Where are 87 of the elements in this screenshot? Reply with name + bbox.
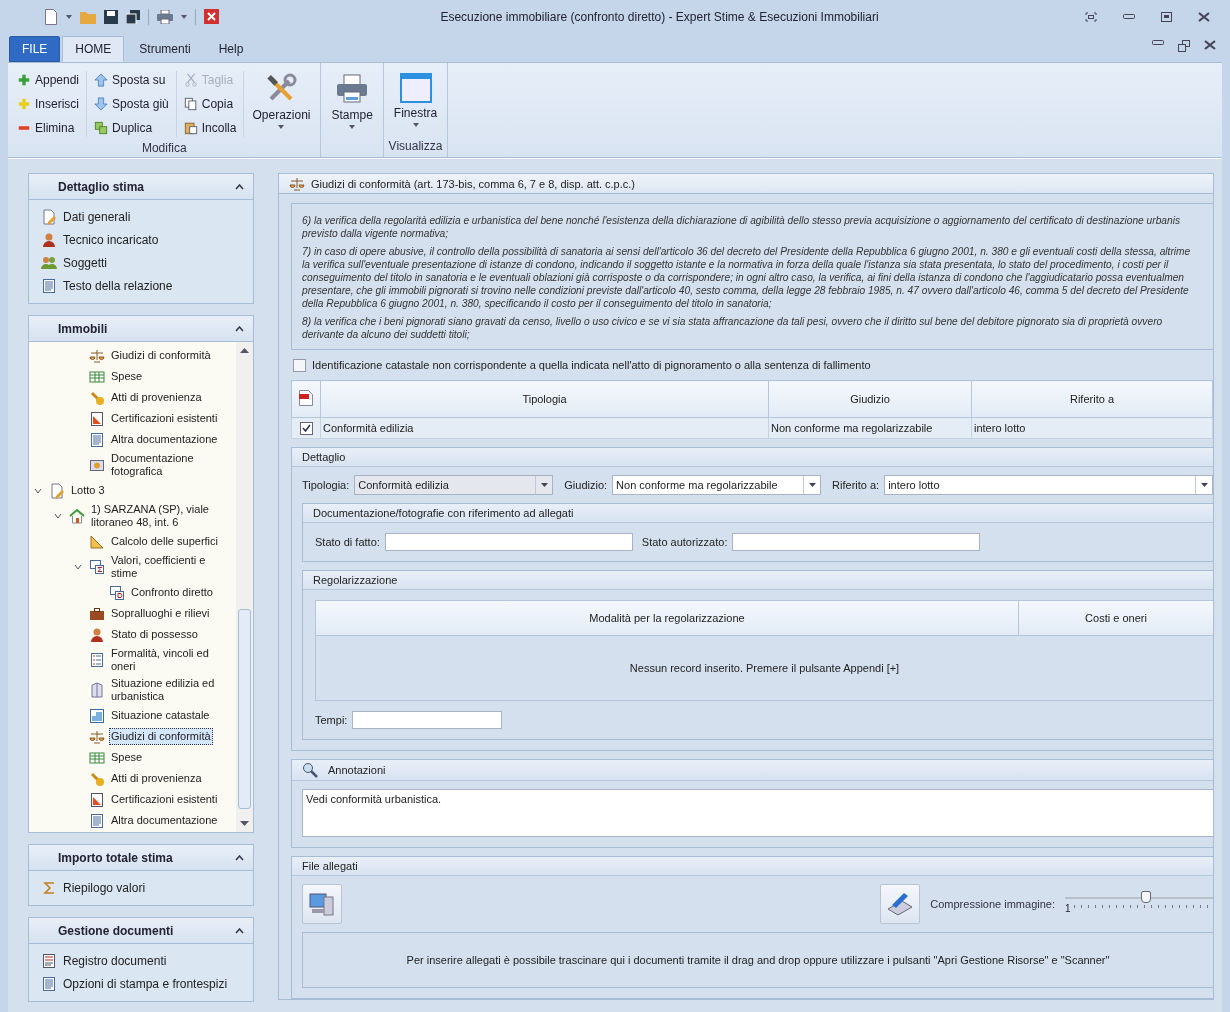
drop-zone[interactable]: Per inserire allegati è possibile trascinare qui i documenti tramite il drag and drop oppure utilizzare i pulsanti "Apri Gestione Risorse" e "Scanner" [302,932,1213,988]
legal-text-line: 7) in caso di opere abusive, il controllo della possibilità di sanatoria ai sensi dell'articolo 36 del decreto del Presidente della Repubblica 6 giugno 2001, n. 380 e gli eventuali costi della stessa, altrime [302,245,1192,258]
ribbon-button[interactable]: Inserisci [14,93,83,115]
empty-message: Nessun record inserito. Premere il pulsante Appendi [+] [629,662,900,674]
tree-item[interactable]: Formalità, vincoli ed oneri [109,645,236,675]
legal-text-line: 8) la verifica che i beni pignorati siano gravati da censo, livello o uso civico e se vi sia stata affrancazione da tali pesi, ovvero che il diritto sul bene del debitore pignorato sia di proprietà ovvero [302,315,1164,328]
field-label: Tipologia: [302,479,350,491]
ribbon-button[interactable]: Sposta su [91,69,172,91]
window-title: Esecuzione immobiliare (confronto diretto) - Expert Stime & Esecuzioni Immobiliari [439,9,880,24]
tree-item[interactable]: Situazione catastale [109,707,212,724]
panel-header[interactable]: Dettaglio stima [29,174,253,200]
tree-item[interactable]: Altra documentazione [109,431,220,448]
group-title: Dettaglio [292,448,1213,467]
nav-item[interactable]: Testo della relazione [35,274,247,297]
tree-item[interactable]: Situazione edilizia ed urbanistica [109,675,236,705]
nav-item[interactable]: Soggetti [35,251,247,274]
field-label: Tempi: [315,714,348,726]
table-cell: Conformità edilizia [320,417,769,439]
ribbon-button[interactable]: Incolla [180,117,240,139]
column-header[interactable]: Giudizio [768,380,972,418]
tree-item[interactable]: Sopralluoghi e rilievi [109,605,212,622]
tree-item[interactable]: Certificazioni esistenti [109,791,220,808]
nav-item[interactable]: Dati generali [35,205,247,228]
ribbon-tab[interactable]: HOME [62,36,125,62]
print-button[interactable]: Stampe [325,67,379,139]
ribbon-button[interactable]: Copia [180,93,240,115]
tree-item[interactable]: Calcolo delle superfici [109,533,220,550]
ribbon-button[interactable]: Appendi [14,69,83,91]
tree-item[interactable]: Confronto diretto [129,584,215,601]
tree-item[interactable]: Stato di possesso [109,626,200,643]
ribbon-tab[interactable]: Strumenti [126,36,204,62]
field-label: Compressione immagine: [930,898,1055,910]
tree-item[interactable]: Documentazione fotografica [109,450,236,480]
tree-item[interactable]: Spese [109,749,145,766]
ribbon-tab[interactable]: Help [205,36,257,62]
panel-header[interactable]: Gestione documenti [29,918,253,944]
table-cell: intero lotto [971,417,1213,439]
field-label: Stato autorizzato: [641,536,728,548]
legal-text-line: la verifica sull'eventuale presentazione di istanze di condono, indicando il soggetto istante e la normativa in forza della quale l'istanza sia stata presentata, lo stato del procedimento, i costi per il [302,258,1170,271]
tree-item[interactable]: Lotto 3 [69,482,107,499]
column-header[interactable]: Riferito a [971,380,1213,418]
group-title: Documentazione/fotografie con riferimento ad allegati [303,504,1213,523]
tree-item[interactable]: Valori, coefficienti e stime [109,552,236,582]
field-label: Giudizio: [564,479,608,491]
ribbon-button[interactable]: Elimina [14,117,83,139]
tree-item[interactable]: Atti di provenienza [109,770,204,787]
tree-item[interactable]: Altra documentazione [109,812,220,829]
tree-item[interactable]: Spese [109,368,145,385]
tree-item[interactable]: 1) SARZANA (SP), viale litoraneo 48, int. 6 [89,501,236,531]
column-header[interactable]: Tipologia [320,380,769,418]
table-cell: Non conforme ma regolarizzabile [768,417,972,439]
legal-text-line: presentare, che gli immobili pignorati si trovino nelle condizioni previste dall'articolo 40, sesto comma, della legge 28 febbraio 1985, n. 47 ovvero dall'articolo 46, comma 5 del decreto del Presidente [302,284,1190,297]
text-area[interactable]: Vedi conformità urbanistica. [302,789,1213,837]
group-label: Visualizza [387,139,444,155]
tree-item[interactable]: Giudizi di conformità [109,347,213,364]
checkbox-label: Identificazione catastale non corrispondente a quella indicata nell'atto di pignoramento o alla sentenza di fallimento [312,359,871,371]
panel-header[interactable]: Immobili [29,316,253,342]
tree-item[interactable]: Giudizi di conformità [109,728,213,745]
dropdown-field[interactable]: Non conforme ma regolarizzabile [612,475,822,495]
column-header[interactable]: Costi e oneri [1019,601,1213,635]
legal-text-line: previsto dalla vigente normativa; [302,227,450,240]
tree-item[interactable]: Atti di provenienza [109,389,204,406]
group-title: Annotazioni [328,764,386,776]
legal-text-line: della Repubblica 6 giugno 2001, n. 380, specificando il costo per il conseguimento del titolo in sanatoria; [302,297,773,310]
dropdown-field[interactable]: intero lotto [884,475,1213,495]
legal-text-line: conseguimento del titolo in sanatoria e le eventuali oblazioni già corrisposte o da corrispondere; in ogni altro caso, la verifica, ai fini della istanza di condono che l'aggiudicatario possa eventualmen [302,271,1185,284]
panel-header[interactable]: Importo totale stima [29,845,253,871]
drop-hint: Per inserire allegati è possibile trascinare qui i documenti tramite il drag and drop oppure utilizzare i pulsanti "Apri Gestione Risorse" e "Scanner" [406,954,1110,966]
operations-button[interactable]: Operazioni [246,67,317,141]
file-menu-tab[interactable]: FILE [9,36,61,62]
window-button[interactable]: Finestra [387,67,444,139]
group-title: File allegati [292,857,1213,876]
nav-item[interactable]: Registro documenti [35,949,247,972]
nav-item[interactable]: Opzioni di stampa e frontespizi [35,972,247,995]
column-header[interactable]: Modalità per la regolarizzazione [316,601,1019,635]
ribbon-button[interactable]: Duplica [91,117,172,139]
field-label: Stato di fatto: [315,536,380,548]
group-title: Regolarizzazione [303,571,1213,590]
nav-item[interactable]: Tecnico incaricato [35,228,247,251]
group-label: Modifica [140,141,188,157]
legal-text-line: derivante da alcuno dei suddetti titoli; [302,328,471,341]
section-header: Giudizi di conformità (art. 173-bis, comma 6, 7 e 8, disp. att. c.p.c.) [279,174,1213,194]
ribbon-button[interactable]: Sposta giù [91,93,172,115]
legal-text-line: 6) la verifica della regolarità edilizia e urbanistica del bene nonché l'esistenza della dichiarazione di agibilità dello stesso previa acquisizione o aggiornamento del certificato di destinazione urbanis [302,214,1182,227]
nav-item[interactable]: Riepilogo valori [35,876,247,899]
field-label: Riferito a: [832,479,880,491]
tree-item[interactable]: Certificazioni esistenti [109,410,220,427]
